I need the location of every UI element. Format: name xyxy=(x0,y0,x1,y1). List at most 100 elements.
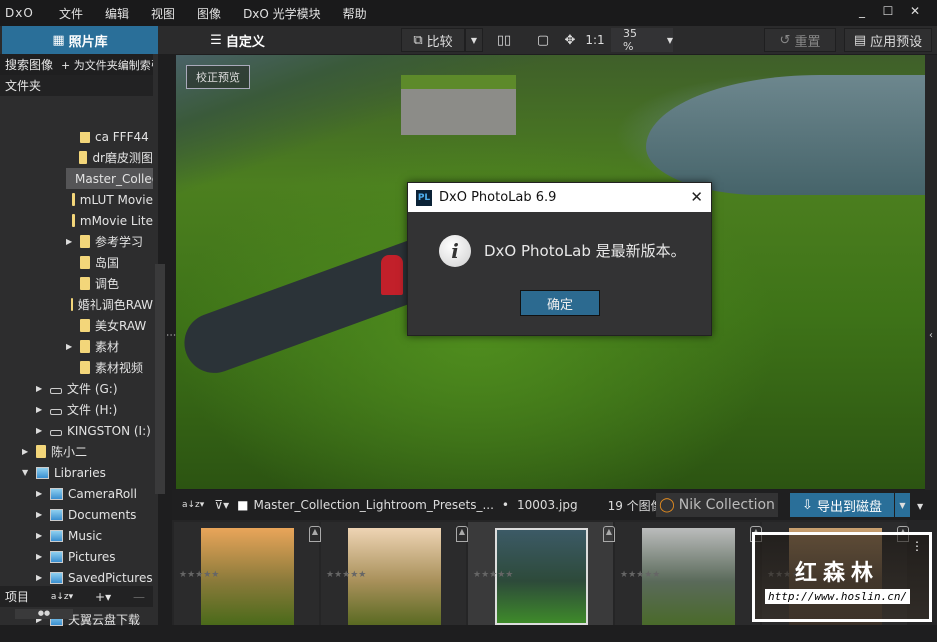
tree-item[interactable]: 美女RAW xyxy=(66,315,153,336)
menu-view[interactable]: 视图 xyxy=(140,5,186,22)
right-panel-toggle[interactable]: ‹ xyxy=(925,55,937,490)
expand-arrow-icon[interactable]: ▶ xyxy=(22,447,32,456)
image-count: 19 个图像 xyxy=(607,498,663,513)
tree-item[interactable]: ▶ CameraRoll xyxy=(36,483,153,504)
minimize-button[interactable]: _ xyxy=(852,4,872,20)
tree-item[interactable]: 岛国 xyxy=(66,252,153,273)
menu-file[interactable]: 文件 xyxy=(48,5,94,22)
split-view-icon: ▯▯ xyxy=(496,32,512,48)
one-to-one-button[interactable]: 1:1 xyxy=(583,28,607,52)
separator-dot: • xyxy=(501,498,509,512)
expand-arrow-icon[interactable]: ▶ xyxy=(36,426,46,435)
index-folder-button[interactable]: + 为文件夹编制索引 xyxy=(61,57,153,73)
tree-item[interactable]: mLUT Movie xyxy=(66,189,153,210)
menu-optics[interactable]: DxO 光学模块 xyxy=(232,5,332,22)
menu-edit[interactable]: 编辑 xyxy=(94,5,140,22)
expand-arrow-icon[interactable]: ▶ xyxy=(36,405,46,414)
watermark-url: http://www.hoslin.cn/ xyxy=(765,589,911,604)
menu-help[interactable]: 帮助 xyxy=(332,5,378,22)
tree-item[interactable]: 婚礼调色RAW xyxy=(66,294,153,315)
export-dropdown[interactable]: ▼ xyxy=(895,493,910,517)
tree-item[interactable]: ▶ Pictures xyxy=(36,546,153,567)
drive-icon xyxy=(50,408,62,415)
add-project-button[interactable]: +▾ xyxy=(95,590,111,604)
tree-item[interactable]: ▶ SavedPictures xyxy=(36,567,153,588)
folder-icon xyxy=(80,256,90,269)
compare-dropdown[interactable]: ▼ xyxy=(465,28,483,52)
tree-item[interactable]: ▶ KINGSTON (I:) xyxy=(36,420,153,441)
tree-item[interactable]: ca FFF44 xyxy=(66,132,153,147)
tree-item[interactable]: mMovie Lite xyxy=(66,210,153,231)
search-images-button[interactable]: 搜索图像 xyxy=(5,56,53,73)
ok-button[interactable]: 确定 xyxy=(520,290,600,316)
tree-item-label: 素材视频 xyxy=(95,361,144,375)
tree-item[interactable]: 素材视频 xyxy=(66,357,153,378)
tab-customize[interactable]: ☰ 自定义 xyxy=(160,26,315,54)
folder-icon: ■ xyxy=(237,498,249,512)
tree-item-label: mLUT Movie xyxy=(79,192,153,207)
tree-item-label: 陈小二 xyxy=(51,445,88,459)
tree-item[interactable]: ▼ Libraries xyxy=(22,462,153,483)
tab-library[interactable]: ▦ 照片库 xyxy=(2,26,158,54)
dialog-close-button[interactable]: ✕ xyxy=(690,188,703,206)
more-icon[interactable]: ⋮ xyxy=(911,539,923,553)
filmstrip-collapse-icon[interactable]: ▼ xyxy=(917,502,923,511)
library-icon xyxy=(50,487,63,500)
maximize-button[interactable]: ☐ xyxy=(878,4,898,20)
photolab-icon: PL xyxy=(416,189,432,206)
nik-collection-button[interactable]: ◯ Nik Collection xyxy=(656,493,778,517)
zoom-select[interactable]: 35 % ▼ xyxy=(611,27,673,53)
horizontal-scrollbar[interactable]: ●● xyxy=(15,609,73,619)
expand-arrow-icon[interactable]: ▶ xyxy=(36,510,46,519)
tree-scrollbar[interactable] xyxy=(155,264,165,494)
sort-icon[interactable]: a↓z▾ xyxy=(182,500,204,510)
rating-stars[interactable]: ★★★★★ xyxy=(179,570,219,581)
tree-item[interactable]: dr磨皮测图 xyxy=(66,147,153,168)
correction-badge-icon: ▲ xyxy=(603,526,615,542)
correct-preview-button[interactable]: 校正预览 xyxy=(186,65,250,89)
rating-stars[interactable]: ★★★★★ xyxy=(326,570,366,581)
tree-item-label: 参考学习 xyxy=(95,235,144,249)
filter-icon[interactable]: ⊽▾ xyxy=(214,498,229,512)
thumbnail-cell[interactable]: ★★★★★▲ xyxy=(615,522,762,625)
expand-arrow-icon[interactable]: ▶ xyxy=(36,573,46,582)
export-to-disk-button[interactable]: ⇩ 导出到磁盘 xyxy=(790,493,894,517)
rating-stars[interactable]: ★★★★★ xyxy=(620,570,660,581)
expand-arrow-icon[interactable]: ▶ xyxy=(36,384,46,393)
rating-stars[interactable]: ★★★★★ xyxy=(473,570,513,581)
expand-arrow-icon[interactable]: ▶ xyxy=(66,237,76,246)
expand-arrow-icon[interactable]: ▶ xyxy=(36,552,46,561)
panel-resize-handle[interactable]: ⋮ xyxy=(165,330,176,340)
close-button[interactable]: ✕ xyxy=(905,4,925,20)
fit-button[interactable]: ▢ xyxy=(532,28,554,52)
expand-arrow-icon[interactable]: ▶ xyxy=(36,531,46,540)
remove-project-button[interactable]: — xyxy=(133,590,145,604)
thumbnail-cell[interactable]: ★★★★★▲ xyxy=(174,522,321,625)
tree-item[interactable]: ▶ 素材 xyxy=(66,336,153,357)
thumbnail-cell[interactable]: ★★★★★▲ xyxy=(321,522,468,625)
expand-arrow-icon[interactable]: ▼ xyxy=(22,468,32,477)
expand-arrow-icon[interactable]: ▶ xyxy=(36,489,46,498)
menu-image[interactable]: 图像 xyxy=(186,5,232,22)
reset-button[interactable]: ↺ 重置 xyxy=(764,28,836,52)
thumbnail-cell[interactable]: ★★★★★ ▲ xyxy=(468,522,615,625)
tree-item[interactable]: ▶ Documents xyxy=(36,504,153,525)
tree-item-label: KINGSTON (I:) xyxy=(67,423,151,438)
pan-button[interactable]: ✥ xyxy=(560,28,580,52)
tree-item[interactable]: ▶ Music xyxy=(36,525,153,546)
drive-icon xyxy=(50,429,62,436)
tree-item[interactable]: ▶ 参考学习 xyxy=(66,231,153,252)
tree-item[interactable]: Master_Collection xyxy=(66,168,153,189)
caret-down-icon: ▼ xyxy=(470,35,478,45)
tree-item[interactable]: ▶ 文件 (H:) xyxy=(36,399,153,420)
sort-icon[interactable]: a↓z▾ xyxy=(51,592,73,602)
split-view-button[interactable]: ▯▯ xyxy=(492,28,516,52)
photo-sea xyxy=(646,75,925,195)
tree-item[interactable]: ▶ 文件 (G:) xyxy=(36,378,153,399)
folders-header[interactable]: 文件夹 xyxy=(0,75,153,96)
expand-arrow-icon[interactable]: ▶ xyxy=(66,342,76,351)
tree-item[interactable]: 调色 xyxy=(66,273,153,294)
compare-button[interactable]: ⧉ 比较 xyxy=(401,28,465,52)
tree-item[interactable]: ▶ 陈小二 xyxy=(22,441,153,462)
apply-preset-button[interactable]: ▤ 应用预设 xyxy=(844,28,932,52)
